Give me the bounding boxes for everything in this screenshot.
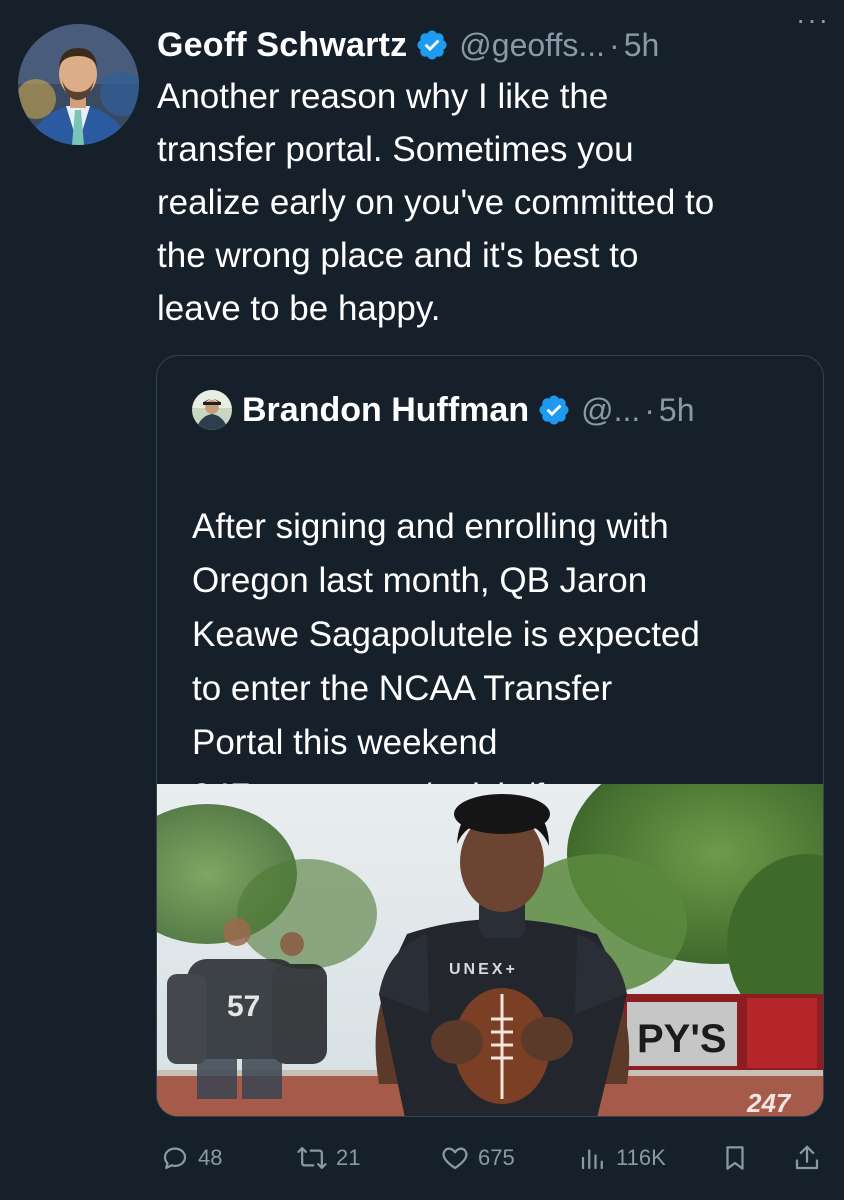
verified-badge-icon	[537, 393, 571, 427]
views-icon	[581, 1149, 603, 1170]
bookmark-icon	[726, 1146, 744, 1170]
shirt-text: UNEX+	[449, 961, 518, 978]
separator-dot: ·	[609, 26, 620, 63]
tweet-time[interactable]: 5h	[624, 27, 660, 64]
retweet-icon	[297, 1147, 327, 1169]
reply-icon	[163, 1147, 187, 1170]
banner-text: PY'S	[637, 1017, 727, 1061]
quoted-tweet-image[interactable]: PY'S 57 UNEX+ 247	[157, 784, 823, 1117]
quoted-author-avatar	[192, 390, 232, 430]
tweet-actions: 48 21 675 116K	[156, 1130, 824, 1186]
quoted-author-name[interactable]: Brandon Huffman	[242, 391, 529, 430]
quoted-tweet-text: After signing and enrolling with Oregon …	[192, 507, 700, 762]
bookmark-button[interactable]	[720, 1130, 758, 1186]
quoted-tweet-card[interactable]: Brandon Huffman @... · 5h After signing …	[156, 355, 824, 1117]
reply-button[interactable]: 48	[160, 1130, 222, 1186]
like-icon	[442, 1147, 468, 1170]
quoted-author-handle[interactable]: @...	[581, 392, 640, 429]
more-icon[interactable]: ···	[796, 0, 830, 40]
share-button[interactable]	[792, 1130, 830, 1186]
views-count: 116K	[616, 1145, 666, 1170]
reply-count: 48	[198, 1145, 223, 1170]
retweet-button[interactable]: 21	[296, 1130, 360, 1186]
views-button[interactable]: 116K	[578, 1130, 666, 1186]
like-count: 675	[478, 1145, 515, 1170]
tweet-header: Geoff Schwartz @geoffs... · 5h	[157, 20, 830, 70]
like-button[interactable]: 675	[440, 1130, 515, 1186]
share-icon	[795, 1145, 819, 1170]
verified-badge-icon	[415, 28, 449, 62]
separator-dot: ·	[644, 391, 655, 428]
watermark: 247	[746, 1088, 792, 1117]
quoted-tweet-header: Brandon Huffman @... · 5h	[192, 386, 695, 434]
tweet-text: Another reason why I like the transfer p…	[157, 77, 715, 328]
retweet-count: 21	[336, 1145, 361, 1170]
author-avatar[interactable]	[18, 24, 139, 145]
jersey-number: 57	[227, 990, 260, 1023]
quoted-tweet-time[interactable]: 5h	[659, 392, 695, 429]
author-handle[interactable]: @geoffs...	[459, 27, 605, 64]
author-name[interactable]: Geoff Schwartz	[157, 26, 407, 65]
